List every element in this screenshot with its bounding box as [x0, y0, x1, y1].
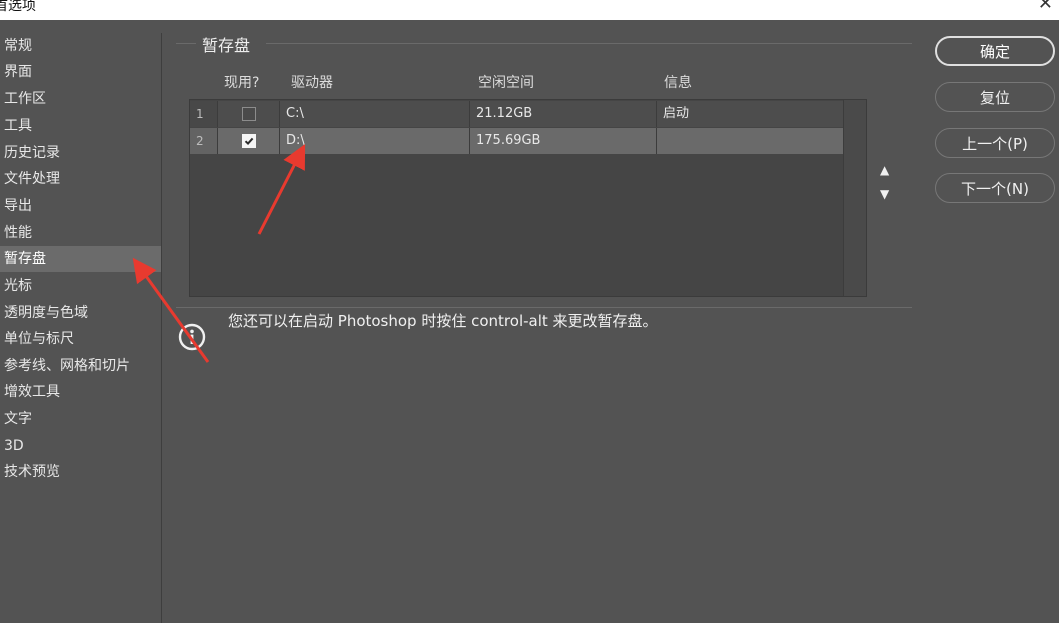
sidebar-item-guides[interactable]: 参考线、网格和切片: [0, 353, 161, 379]
sidebar-item-export[interactable]: 导出: [0, 193, 161, 219]
group-border: [266, 43, 912, 44]
column-header-drive: 驱动器: [291, 75, 333, 91]
group-border: [176, 43, 196, 44]
sidebar-item-performance[interactable]: 性能: [0, 220, 161, 246]
info-cell: [657, 128, 843, 154]
info-icon: [178, 323, 206, 351]
move-down-icon[interactable]: ▼: [880, 187, 889, 201]
column-header-free-space: 空闲空间: [478, 75, 534, 91]
table-scrollbar[interactable]: [843, 100, 866, 296]
active-checkbox[interactable]: [242, 134, 256, 148]
move-up-icon[interactable]: ▲: [880, 163, 889, 177]
sidebar-item-general[interactable]: 常规: [0, 33, 161, 59]
sidebar-item-3d[interactable]: 3D: [0, 433, 161, 459]
close-icon[interactable]: ✕: [1038, 0, 1053, 14]
sidebar-item-tools[interactable]: 工具: [0, 113, 161, 139]
table-row[interactable]: 1 C:\ 21.12GB 启动: [190, 101, 843, 127]
ok-button[interactable]: 确定: [935, 36, 1055, 66]
active-checkbox[interactable]: [242, 107, 256, 121]
drive-cell: C:\: [280, 101, 470, 127]
row-index: 1: [190, 101, 218, 127]
title-bar: 首选项 ✕: [0, 0, 1059, 20]
group-title: 暂存盘: [202, 36, 251, 55]
table-row[interactable]: 2 D:\ 175.69GB: [190, 128, 843, 154]
scratch-disk-table: 1 C:\ 21.12GB 启动 2 D:\ 175.69GB: [189, 99, 867, 297]
next-button[interactable]: 下一个(N): [935, 173, 1055, 203]
sidebar-item-type[interactable]: 文字: [0, 406, 161, 432]
info-cell: 启动: [663, 106, 690, 121]
group-border: [176, 307, 912, 308]
column-header-info: 信息: [664, 75, 692, 91]
sidebar: 常规 界面 工作区 工具 历史记录 文件处理 导出 性能 暂存盘 光标 透明度与…: [0, 33, 162, 623]
reset-button[interactable]: 复位: [935, 82, 1055, 112]
active-cell: [218, 128, 280, 154]
row-index: 2: [190, 128, 218, 154]
sidebar-item-units[interactable]: 单位与标尺: [0, 326, 161, 352]
sidebar-item-history[interactable]: 历史记录: [0, 140, 161, 166]
info-message: 您还可以在启动 Photoshop 时按住 control-alt 来更改暂存盘…: [228, 312, 658, 330]
sidebar-item-cursors[interactable]: 光标: [0, 273, 161, 299]
sidebar-item-scratch-disks[interactable]: 暂存盘: [0, 246, 161, 272]
sidebar-item-tech-preview[interactable]: 技术预览: [0, 459, 161, 485]
sidebar-item-workspace[interactable]: 工作区: [0, 86, 161, 112]
sidebar-item-file-handling[interactable]: 文件处理: [0, 166, 161, 192]
window-title: 首选项: [0, 0, 36, 14]
free-space-cell: 175.69GB: [470, 128, 657, 154]
free-space-cell: 21.12GB: [470, 101, 657, 127]
previous-button[interactable]: 上一个(P): [935, 128, 1055, 158]
sidebar-item-transparency[interactable]: 透明度与色域: [0, 300, 161, 326]
sidebar-item-plugins[interactable]: 增效工具: [0, 379, 161, 405]
active-cell: [218, 101, 280, 127]
sidebar-item-interface[interactable]: 界面: [0, 59, 161, 85]
drive-cell: D:\: [280, 128, 470, 154]
checkmark-icon: [244, 137, 254, 146]
column-header-active: 现用?: [224, 75, 260, 91]
